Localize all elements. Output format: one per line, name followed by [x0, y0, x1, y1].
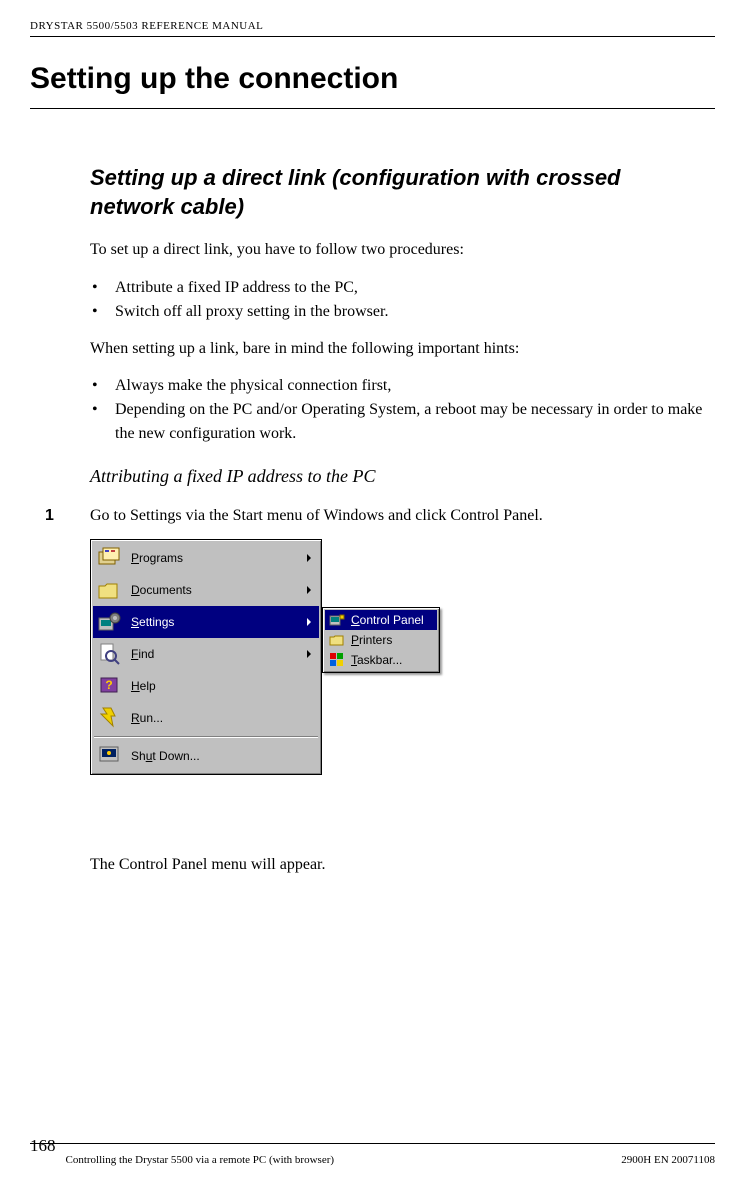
menu-label: Shut Down... [131, 749, 315, 763]
footer-right-text: 2900H EN 20071108 [621, 1154, 715, 1166]
shutdown-icon [97, 744, 121, 768]
control-panel-icon [329, 612, 345, 628]
settings-submenu: Control Panel Printers Taskbar... [322, 607, 440, 673]
start-main-menu: Programs Documents Settings [90, 539, 322, 775]
menu-label: Run... [131, 711, 315, 725]
documents-icon [97, 578, 121, 602]
intro-paragraph: To set up a direct link, you have to fol… [90, 239, 705, 261]
result-paragraph: The Control Panel menu will appear. [90, 854, 705, 876]
menu-item-find[interactable]: Find [93, 638, 319, 670]
submenu-arrow-icon [307, 554, 311, 562]
submenu-arrow-icon [307, 618, 311, 626]
submenu-arrow-icon [307, 586, 311, 594]
list-item: Always make the physical connection firs… [90, 374, 705, 398]
hints-paragraph: When setting up a link, bare in mind the… [90, 338, 705, 360]
submenu-label: Taskbar... [351, 653, 402, 667]
svg-text:?: ? [105, 678, 112, 692]
menu-item-programs[interactable]: Programs [93, 542, 319, 574]
start-menu-screenshot: Programs Documents Settings [90, 539, 445, 840]
find-icon [97, 642, 121, 666]
submenu-arrow-icon [307, 650, 311, 658]
menu-label: Documents [131, 583, 307, 597]
step-number: 1 [30, 507, 90, 525]
menu-item-settings[interactable]: Settings [93, 606, 319, 638]
section-title: Setting up a direct link (configuration … [90, 164, 705, 221]
submenu-item-taskbar[interactable]: Taskbar... [325, 650, 437, 670]
list-item: Depending on the PC and/or Operating Sys… [90, 398, 705, 446]
footer-center-text: Controlling the Drystar 5500 via a remot… [66, 1154, 622, 1166]
subsection-title: Attributing a fixed IP address to the PC [90, 466, 705, 487]
menu-item-documents[interactable]: Documents [93, 574, 319, 606]
programs-icon [97, 546, 121, 570]
procedure-list: Attribute a fixed IP address to the PC, … [90, 276, 705, 324]
menu-label: Settings [131, 615, 307, 629]
step-text: Go to Settings via the Start menu of Win… [90, 507, 543, 525]
settings-icon [97, 610, 121, 634]
menu-item-run[interactable]: Run... [93, 702, 319, 734]
list-item: Attribute a fixed IP address to the PC, [90, 276, 705, 300]
submenu-label: Control Panel [351, 613, 424, 627]
page-footer: 168 Controlling the Drystar 5500 via a r… [0, 1143, 745, 1168]
run-icon [97, 706, 121, 730]
menu-label: Help [131, 679, 315, 693]
menu-item-help[interactable]: ? Help [93, 670, 319, 702]
submenu-label: Printers [351, 633, 392, 647]
printers-icon [329, 632, 345, 648]
page-title: Setting up the connection [30, 62, 715, 109]
submenu-item-control-panel[interactable]: Control Panel [325, 610, 437, 630]
hints-list: Always make the physical connection firs… [90, 374, 705, 446]
menu-separator [94, 736, 318, 738]
help-icon: ? [97, 674, 121, 698]
page-number: 168 [30, 1136, 56, 1156]
taskbar-icon [329, 652, 345, 668]
list-item: Switch off all proxy setting in the brow… [90, 300, 705, 324]
menu-label: Find [131, 647, 307, 661]
menu-label: Programs [131, 551, 307, 565]
menu-item-shutdown[interactable]: Shut Down... [93, 740, 319, 772]
submenu-item-printers[interactable]: Printers [325, 630, 437, 650]
running-header: DRYSTAR 5500/5503 REFERENCE MANUAL [30, 20, 715, 37]
